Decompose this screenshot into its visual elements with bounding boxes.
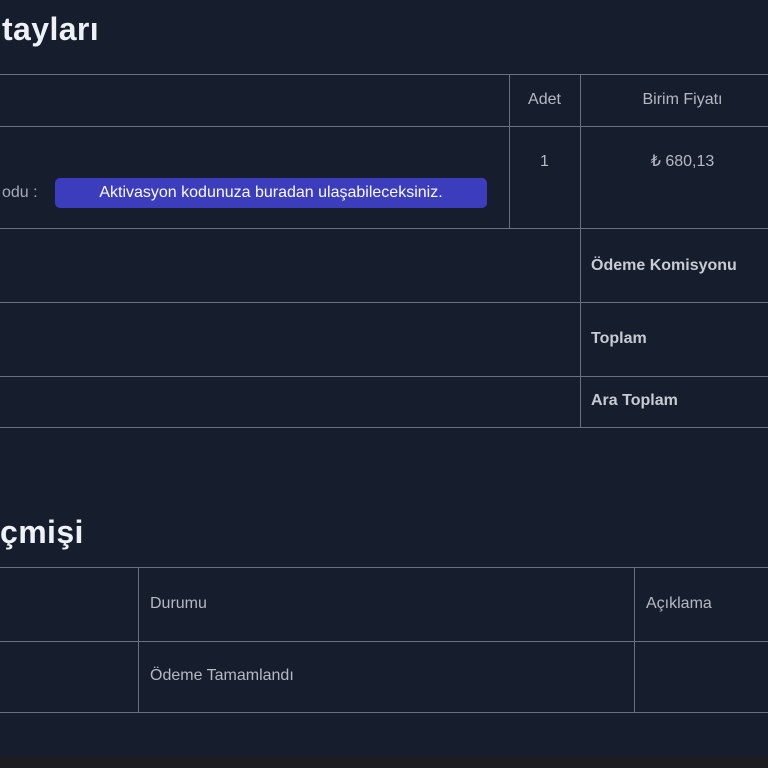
order-table-border-top [0,74,768,75]
order-table-border-item-bottom [0,228,768,229]
history-table-border-header-bottom [0,641,768,642]
col-header-description: Açıklama [646,595,712,612]
payment-status-value: Ödeme Tamamlandı [150,667,294,684]
order-details-title: tayları [2,11,100,47]
history-table-border-status-col [138,567,139,712]
order-table-border-header-bottom [0,126,768,127]
payment-history-title: çmişi [0,514,84,550]
col-header-unit-price: Birim Fiyatı [642,91,723,108]
summary-label-subtotal: Ara Toplam [591,392,678,409]
activation-code-link[interactable]: Aktivasyon kodunuza buradan ulaşabilecek… [55,178,487,208]
bottom-dark-strip [0,757,768,768]
order-table-border-price-col [580,74,581,427]
history-table-border-bottom [0,712,768,713]
activation-code-label: odu : [2,184,38,201]
order-page: tayları Adet Birim Fiyatı 1 ₺ 680,13 odu… [0,0,768,768]
history-table-border-description-col [634,567,635,712]
order-table-border-row2 [0,302,768,303]
summary-label-total: Toplam [591,330,647,347]
order-table-border-bottom [0,427,768,428]
col-header-quantity: Adet [528,91,561,108]
item-quantity: 1 [540,153,549,170]
order-table-border-row3 [0,376,768,377]
item-unit-price: ₺ 680,13 [650,153,715,170]
summary-label-payment-commission: Ödeme Komisyonu [591,257,737,274]
history-table-border-top [0,567,768,568]
col-header-status: Durumu [150,595,207,612]
